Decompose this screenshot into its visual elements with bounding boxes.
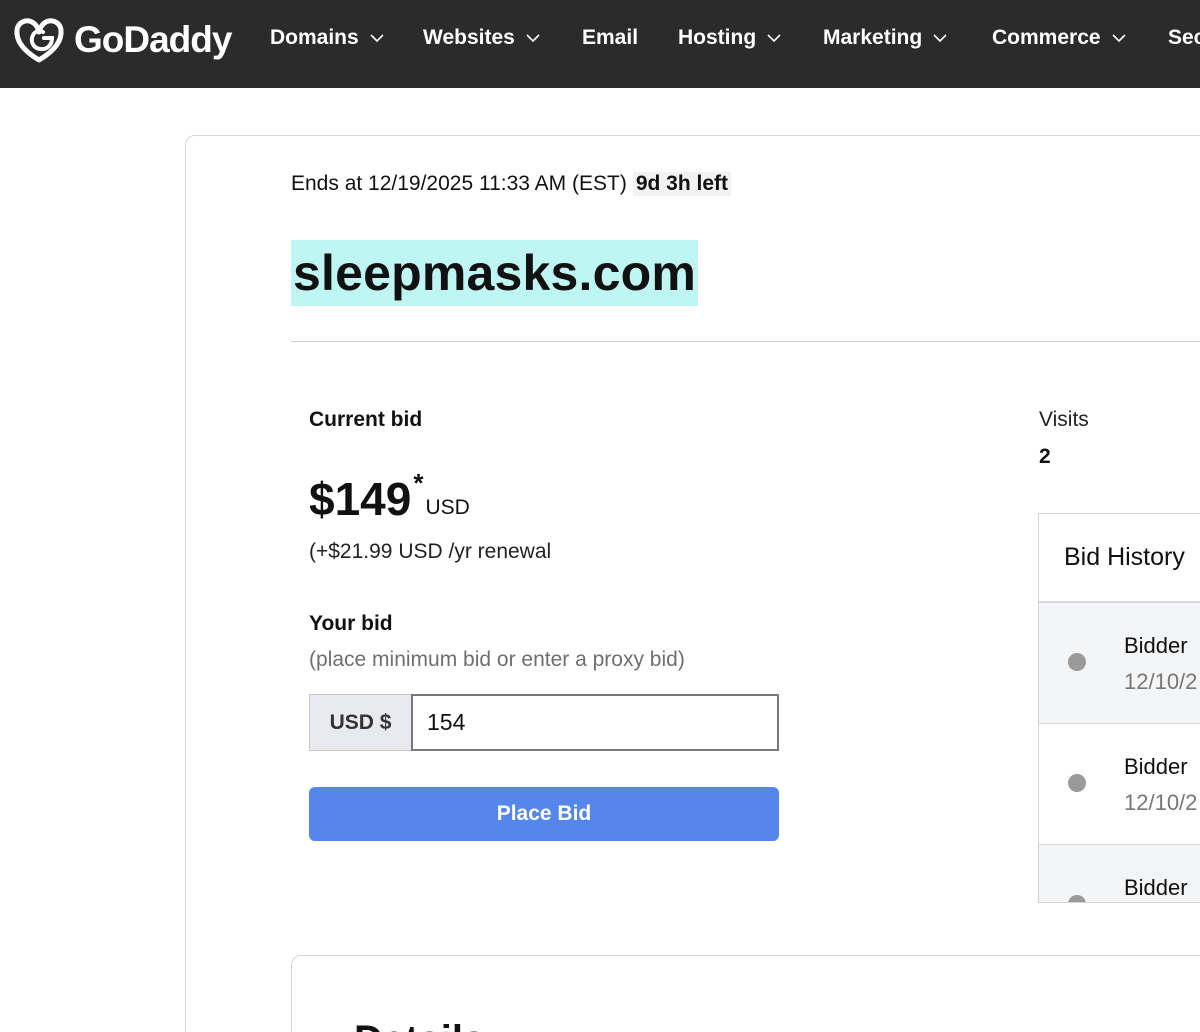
nav-email-label: Email [582, 26, 639, 49]
nav-hosting-label: Hosting [678, 26, 757, 49]
current-bid-amount: $149 [309, 473, 412, 525]
bid-history-row[interactable]: Bidder 12/10/2 [1039, 724, 1200, 845]
bid-date: 12/10/2 [1124, 790, 1198, 815]
details-card: Details [291, 955, 1200, 1032]
bid-history-panel: Bid History Bidder 12/10/2 Bidder 12/10/… [1038, 513, 1200, 903]
nav-websites-label: Websites [423, 26, 515, 49]
current-bid-footnote-mark: * [413, 468, 424, 498]
chevron-down-icon [767, 34, 781, 43]
top-nav: GoDaddy Domains Websites Email Hosting M… [0, 0, 1200, 88]
bidder-name: Bidder [1124, 875, 1188, 900]
chevron-down-icon [933, 34, 947, 43]
nav-security-label: Sec [1168, 26, 1200, 49]
current-bid-currency: USD [425, 496, 470, 519]
nav-commerce-label: Commerce [992, 26, 1101, 49]
nav-security[interactable]: Sec [1168, 24, 1200, 52]
current-bid-price: $149 * USD [309, 470, 470, 528]
godaddy-logo-icon [14, 18, 64, 63]
chevron-down-icon [1111, 34, 1126, 43]
chevron-down-icon [526, 34, 540, 43]
renewal-price: (+$21.99 USD /yr renewal [309, 540, 552, 563]
ends-at-text: Ends at 12/19/2025 11:33 AM (EST) [291, 172, 627, 195]
nav-marketing[interactable]: Marketing [823, 24, 948, 52]
bid-history-row[interactable]: Bidder [1039, 845, 1200, 902]
auction-end-time: Ends at 12/19/2025 11:33 AM (EST) 9d 3h … [291, 172, 732, 196]
bidder-dot-icon [1068, 653, 1086, 671]
your-bid-hint: (place minimum bid or enter a proxy bid) [309, 648, 685, 671]
current-bid-label: Current bid [309, 408, 423, 431]
bid-amount-input[interactable] [411, 694, 779, 751]
bidder-dot-icon [1068, 895, 1086, 902]
place-bid-button[interactable]: Place Bid [309, 787, 779, 841]
bidder-name: Bidder [1124, 754, 1188, 779]
bid-history-title: Bid History [1039, 514, 1200, 603]
nav-marketing-label: Marketing [823, 26, 923, 49]
nav-commerce[interactable]: Commerce [992, 24, 1127, 52]
bid-currency-prefix: USD $ [309, 694, 411, 751]
visits-label: Visits [1039, 408, 1089, 431]
nav-email[interactable]: Email [582, 24, 638, 52]
brand-name: GoDaddy [74, 19, 232, 60]
chevron-down-icon [370, 34, 384, 43]
nav-domains[interactable]: Domains [270, 24, 385, 52]
bid-history-row[interactable]: Bidder 12/10/2 [1039, 603, 1200, 724]
nav-websites[interactable]: Websites [423, 24, 541, 52]
nav-hosting[interactable]: Hosting [678, 24, 782, 52]
bidder-name: Bidder [1124, 633, 1188, 658]
visits-count: 2 [1039, 445, 1051, 468]
domain-name: sleepmasks.com [291, 240, 699, 306]
bid-date: 12/10/2 [1124, 669, 1198, 694]
bidder-dot-icon [1068, 774, 1086, 792]
your-bid-label: Your bid [309, 612, 393, 635]
nav-domains-label: Domains [270, 26, 359, 49]
bid-input-group: USD $ [309, 694, 779, 751]
divider [291, 341, 1200, 342]
details-title: Details [354, 1018, 485, 1032]
godaddy-logo[interactable]: GoDaddy [12, 16, 232, 64]
time-left-badge: 9d 3h left [632, 172, 732, 196]
